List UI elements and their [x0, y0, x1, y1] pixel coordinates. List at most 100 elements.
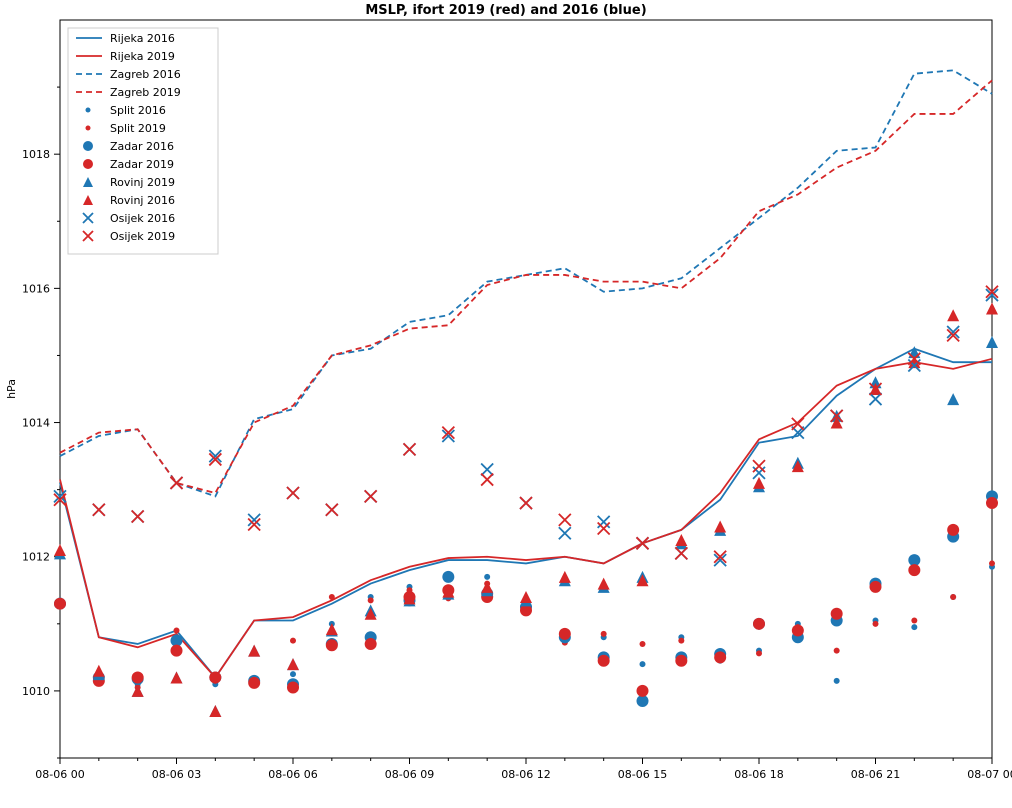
legend-label: Zadar 2019 — [110, 158, 174, 171]
marker-dot — [601, 631, 607, 637]
marker-triangle — [54, 544, 66, 556]
marker-triangle — [559, 571, 571, 583]
marker-triangle — [947, 309, 959, 321]
marker-x — [559, 527, 571, 539]
legend-label: Split 2019 — [110, 122, 166, 135]
x-tick-label: 08-07 00 — [967, 768, 1012, 781]
y-tick-label: 1014 — [22, 417, 50, 430]
marker-dot — [326, 639, 338, 651]
marker-dot — [792, 625, 804, 637]
marker-x — [132, 510, 144, 522]
legend-label: Osijek 2019 — [110, 230, 175, 243]
marker-dot — [329, 594, 335, 600]
legend-label: Rovinj 2016 — [110, 194, 175, 207]
marker-x — [598, 523, 610, 535]
marker-dot — [908, 564, 920, 576]
legend-label: Rijeka 2019 — [110, 50, 175, 63]
legend-label: Rijeka 2016 — [110, 32, 175, 45]
legend-label: Zagreb 2019 — [110, 86, 181, 99]
marker-x — [481, 464, 493, 476]
x-tick-label: 08-06 21 — [851, 768, 900, 781]
x-tick-label: 08-06 18 — [734, 768, 783, 781]
marker-dot — [209, 671, 221, 683]
marker-dot — [834, 678, 840, 684]
series-line — [60, 349, 992, 678]
marker-triangle — [287, 658, 299, 670]
marker-dot — [870, 581, 882, 593]
x-tick-label: 08-06 15 — [618, 768, 667, 781]
marker-dot — [831, 608, 843, 620]
marker-x — [287, 487, 299, 499]
y-tick-label: 1012 — [22, 551, 50, 564]
marker-triangle — [520, 591, 532, 603]
x-tick-label: 08-06 12 — [501, 768, 550, 781]
marker-dot — [640, 641, 646, 647]
marker-triangle — [986, 336, 998, 348]
marker-x — [93, 504, 105, 516]
series-line — [60, 359, 992, 678]
marker-dot — [873, 621, 879, 627]
marker-triangle — [171, 671, 183, 683]
marker-x — [753, 460, 765, 472]
marker-dot — [753, 618, 765, 630]
marker-triangle — [248, 645, 260, 657]
marker-triangle — [947, 393, 959, 405]
legend-label: Zadar 2016 — [110, 140, 174, 153]
marker-dot — [174, 628, 180, 634]
legend-label: Osijek 2016 — [110, 212, 175, 225]
marker-triangle — [93, 665, 105, 677]
marker-dot — [442, 571, 454, 583]
legend-label: Zagreb 2016 — [110, 68, 181, 81]
marker-triangle — [753, 477, 765, 489]
marker-dot — [834, 648, 840, 654]
marker-x — [481, 474, 493, 486]
marker-dot — [947, 524, 959, 536]
marker-dot — [598, 655, 610, 667]
marker-dot — [911, 617, 917, 623]
marker-triangle — [598, 578, 610, 590]
marker-triangle — [675, 534, 687, 546]
x-tick-label: 08-06 03 — [152, 768, 201, 781]
marker-triangle — [714, 521, 726, 533]
y-tick-label: 1016 — [22, 282, 50, 295]
marker-dot — [290, 671, 296, 677]
y-tick-label: 1010 — [22, 685, 50, 698]
chart-title: MSLP, ifort 2019 (red) and 2016 (blue) — [365, 3, 646, 18]
x-tick-label: 08-06 00 — [35, 768, 84, 781]
marker-x — [171, 477, 183, 489]
marker-triangle — [326, 623, 338, 635]
marker-triangle — [481, 581, 493, 593]
marker-dot — [678, 638, 684, 644]
marker-triangle — [209, 705, 221, 717]
marker-dot — [290, 638, 296, 644]
marker-dot — [714, 651, 726, 663]
marker-x — [598, 516, 610, 528]
marker-dot — [248, 677, 260, 689]
marker-x — [637, 537, 649, 549]
marker-dot — [989, 560, 995, 566]
marker-dot — [911, 624, 917, 630]
marker-dot — [637, 685, 649, 697]
y-axis-label: hPa — [5, 379, 18, 399]
x-tick-label: 08-06 06 — [268, 768, 317, 781]
marker-triangle — [132, 685, 144, 697]
marker-x — [559, 514, 571, 526]
marker-dot — [756, 650, 762, 656]
marker-dot — [54, 598, 66, 610]
marker-dot — [950, 594, 956, 600]
marker-dot — [559, 628, 571, 640]
marker-dot — [287, 682, 299, 694]
marker-x — [520, 497, 532, 509]
marker-dot — [484, 574, 490, 580]
marker-dot — [640, 661, 646, 667]
marker-dot — [675, 655, 687, 667]
marker-x — [404, 443, 416, 455]
legend-label: Rovinj 2019 — [110, 176, 175, 189]
y-tick-label: 1018 — [22, 148, 50, 161]
marker-dot — [132, 671, 144, 683]
marker-x — [365, 490, 377, 502]
marker-dot — [368, 597, 374, 603]
marker-triangle — [986, 302, 998, 314]
marker-x — [326, 504, 338, 516]
marker-dot — [171, 645, 183, 657]
